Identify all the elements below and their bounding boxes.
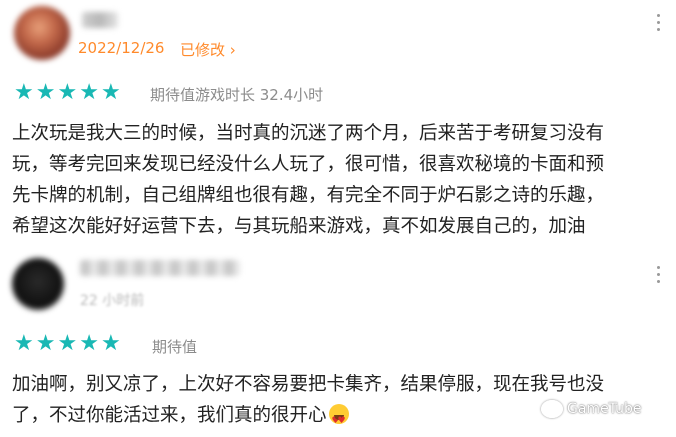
- review-card: 2022/12/26 已修改 › ★ ★ ★ ★ ★ 期待值游戏时长 32.4小时 上次…: [0, 0, 676, 250]
- more-vertical-icon[interactable]: [656, 14, 662, 35]
- review-line: 了，不过你能活过来，我们真的很开心: [12, 405, 327, 426]
- review-line: 加油啊，别又凉了，上次好不容易要把卡集齐，结果停服，现在我号也没: [12, 374, 605, 395]
- star-icon: ★: [79, 80, 99, 105]
- watermark: GameTube: [541, 400, 641, 418]
- star-icon: ★: [79, 331, 99, 356]
- review-text: 上次玩是我大三的时候，当时真的沉迷了两个月，后来苦于考研复习没有 玩，等考完回来…: [12, 118, 664, 242]
- review-line: 先卡牌的机制，自己组牌组也很有趣，有完全不同于炉石影之诗的乐趣，: [12, 185, 605, 206]
- star-icon: ★: [35, 331, 56, 356]
- star-rating: ★ ★ ★ ★ ★: [14, 82, 121, 104]
- watermark-text: GameTube: [567, 401, 642, 417]
- avatar[interactable]: [12, 258, 64, 310]
- avatar[interactable]: [14, 6, 70, 60]
- star-icon: ★: [35, 80, 56, 105]
- review-meta: 期待值游戏时长 32.4小时: [150, 86, 324, 104]
- star-icon: ★: [57, 80, 78, 105]
- review-date: 2022/12/26: [78, 39, 165, 57]
- edited-link[interactable]: 已修改 ›: [180, 39, 236, 60]
- star-icon: ★: [100, 80, 121, 105]
- star-icon: ★: [100, 331, 121, 356]
- more-vertical-icon[interactable]: [656, 266, 662, 287]
- star-icon: ★: [57, 331, 78, 356]
- star-rating: ★ ★ ★ ★ ★: [14, 333, 121, 355]
- username-blurred[interactable]: [82, 12, 118, 28]
- star-icon: ★: [14, 80, 34, 105]
- star-icon: ★: [14, 331, 34, 356]
- review-line: 上次玩是我大三的时候，当时真的沉迷了两个月，后来苦于考研复习没有: [12, 123, 605, 144]
- heart-eyes-emoji-icon: [328, 404, 349, 437]
- review-line: 希望这次能好好运营下去，与其玩船来游戏，真不如发展自己的，加油: [12, 216, 586, 237]
- wechat-icon: [541, 400, 563, 418]
- username-blurred[interactable]: [80, 260, 240, 276]
- review-time: 22 小时前: [80, 293, 145, 309]
- review-meta: 期待值: [152, 338, 198, 356]
- review-line: 玩，等考完回来发现已经没什么人玩了，很可惜，很喜欢秘境的卡面和预: [12, 154, 605, 175]
